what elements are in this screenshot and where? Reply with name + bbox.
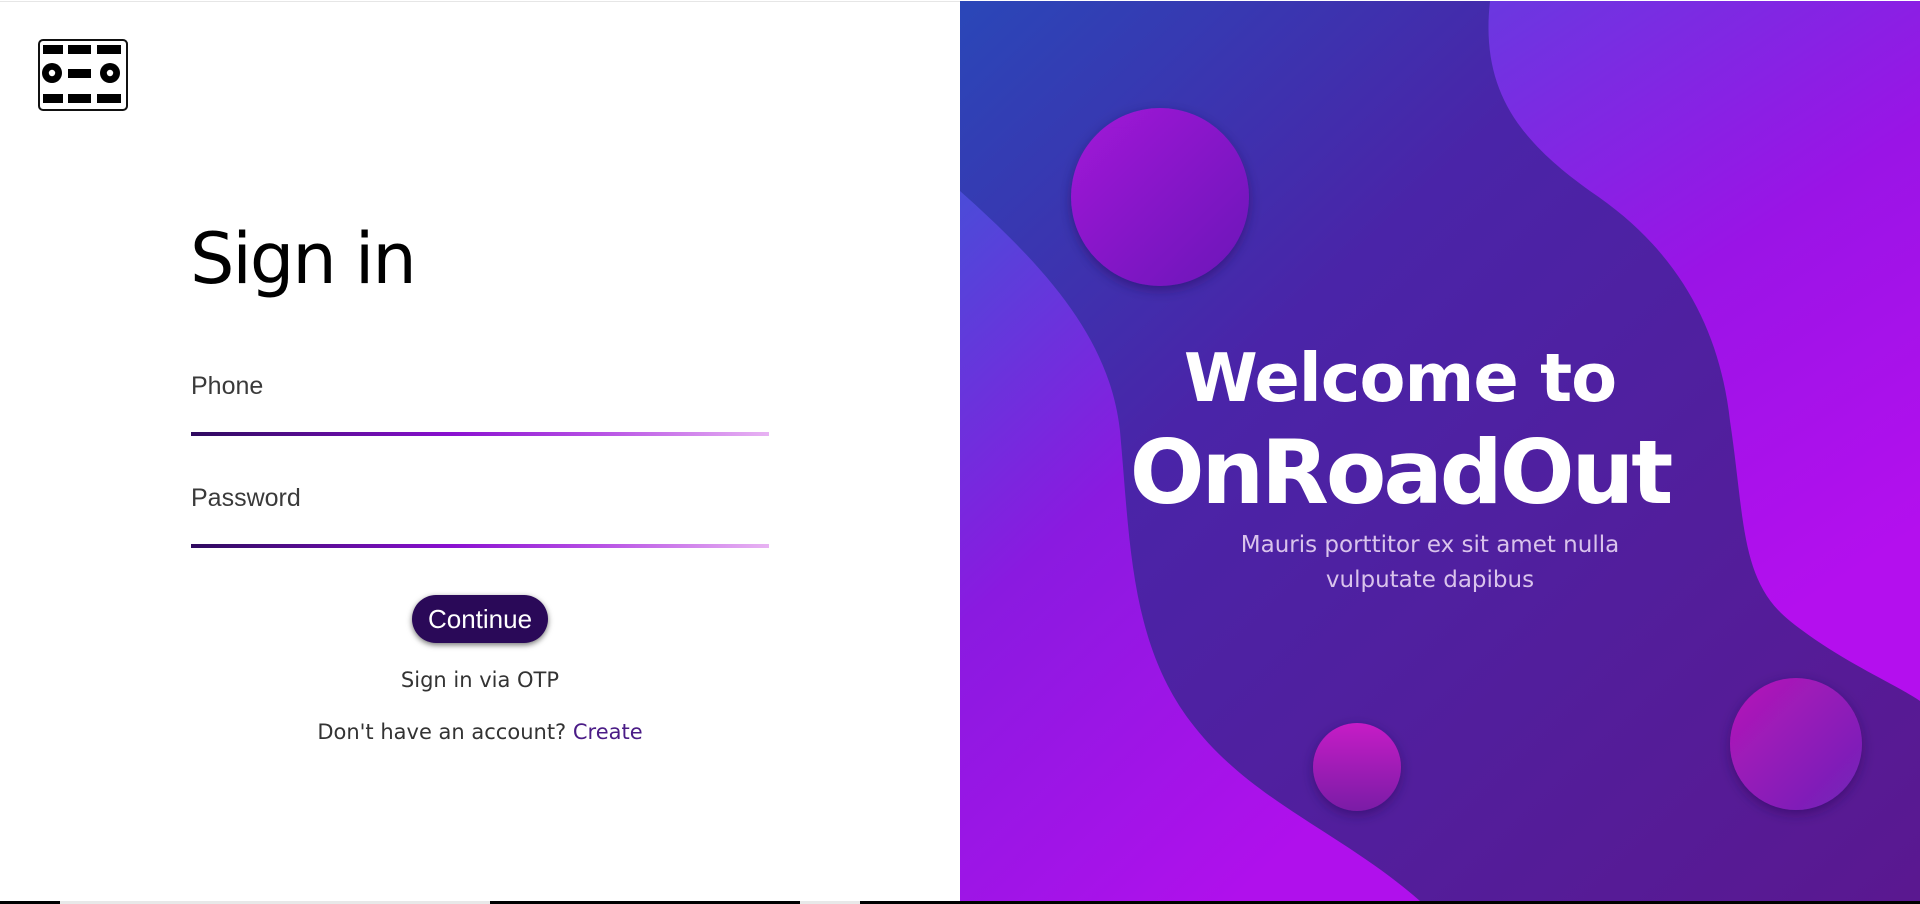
hero-tagline: Mauris porttitor ex sit amet nulla vulpu… (1240, 532, 1620, 593)
welcome-heading: Welcome to (1183, 339, 1617, 417)
phone-field (191, 360, 769, 438)
sign-in-otp-link[interactable]: Sign in via OTP (0, 668, 960, 692)
create-account-row: Don't have an account? Create (0, 720, 960, 744)
password-underline (191, 544, 769, 548)
sign-in-page: Sign in Continue Sign in via OTP Don't h… (0, 0, 1920, 904)
logo-icon[interactable] (38, 39, 128, 111)
hero-panel: Welcome to OnRoadOut Mauris porttitor ex… (960, 1, 1920, 901)
page-title: Sign in (190, 218, 417, 300)
phone-underline (191, 432, 769, 436)
continue-button[interactable]: Continue (412, 595, 548, 643)
sign-in-panel: Sign in Continue Sign in via OTP Don't h… (0, 1, 960, 902)
password-field (191, 472, 769, 550)
create-account-link[interactable]: Create (573, 720, 643, 744)
password-input[interactable] (191, 472, 769, 542)
phone-input[interactable] (191, 360, 769, 430)
brand-name: OnRoadOut (1129, 421, 1674, 524)
no-account-text: Don't have an account? (317, 720, 567, 744)
